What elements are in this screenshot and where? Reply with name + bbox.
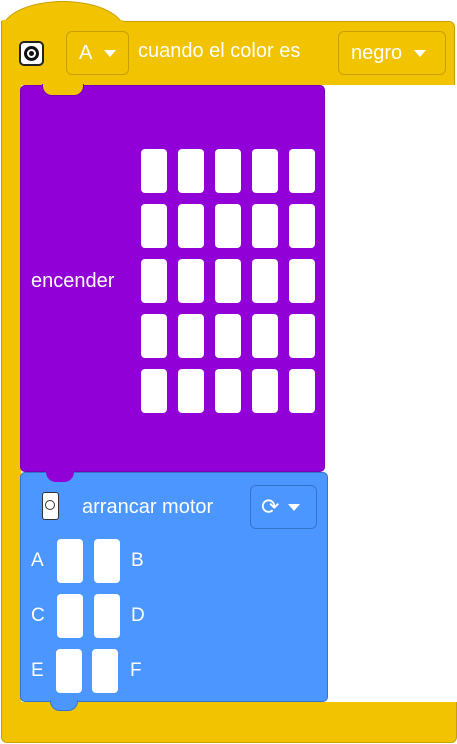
- led-pixel-2-1[interactable]: [178, 259, 204, 303]
- hat-block-arm[interactable]: [1, 84, 21, 704]
- led-pixel-1-4[interactable]: [289, 204, 315, 248]
- led-pixel-3-2[interactable]: [215, 314, 241, 358]
- led-pixel-1-0[interactable]: [141, 204, 167, 248]
- led-pixel-4-2[interactable]: [215, 369, 241, 413]
- rotate-clockwise-icon: ⟳: [261, 494, 280, 519]
- led-pixel-0-0[interactable]: [141, 149, 167, 193]
- led-pixel-0-4[interactable]: [289, 149, 315, 193]
- port-dropdown-value: A: [79, 41, 93, 64]
- port-toggle-c[interactable]: [57, 594, 83, 638]
- port-dropdown[interactable]: A: [66, 31, 129, 75]
- hat-block-label: cuando el color es: [138, 40, 301, 62]
- port-label-c: C: [31, 605, 45, 626]
- color-dropdown[interactable]: negro: [338, 31, 446, 75]
- port-label-d: D: [131, 605, 145, 626]
- motor-icon: [42, 492, 59, 520]
- led-pixel-0-2[interactable]: [215, 149, 241, 193]
- led-pixel-2-2[interactable]: [215, 259, 241, 303]
- led-pixel-3-3[interactable]: [252, 314, 278, 358]
- display-block-label: encender: [31, 270, 115, 292]
- led-pixel-1-2[interactable]: [215, 204, 241, 248]
- led-pixel-4-0[interactable]: [141, 369, 167, 413]
- led-pixel-0-3[interactable]: [252, 149, 278, 193]
- led-pixel-3-4[interactable]: [289, 314, 315, 358]
- port-toggle-e[interactable]: [56, 649, 82, 693]
- led-pixel-3-1[interactable]: [178, 314, 204, 358]
- chevron-down-icon: [288, 503, 301, 511]
- led-pixel-4-1[interactable]: [178, 369, 204, 413]
- port-label-f: F: [130, 660, 142, 681]
- port-toggle-a[interactable]: [57, 539, 83, 583]
- led-pixel-4-3[interactable]: [252, 369, 278, 413]
- led-pixel-0-1[interactable]: [178, 149, 204, 193]
- port-toggle-b[interactable]: [94, 539, 120, 583]
- led-pixel-1-1[interactable]: [178, 204, 204, 248]
- port-toggle-d[interactable]: [94, 594, 120, 638]
- motor-block-label: arrancar motor: [82, 496, 214, 518]
- led-pixel-3-0[interactable]: [141, 314, 167, 358]
- led-pixel-2-4[interactable]: [289, 259, 315, 303]
- color-sensor-icon: [19, 41, 44, 66]
- led-pixel-4-4[interactable]: [289, 369, 315, 413]
- port-label-e: E: [31, 660, 44, 681]
- chevron-down-icon: [414, 49, 427, 57]
- led-pixel-2-3[interactable]: [252, 259, 278, 303]
- color-dropdown-value: negro: [351, 41, 403, 64]
- direction-dropdown[interactable]: ⟳: [250, 485, 317, 529]
- port-label-a: A: [31, 550, 44, 571]
- led-pixel-2-0[interactable]: [141, 259, 167, 303]
- chevron-down-icon: [104, 49, 117, 57]
- port-toggle-f[interactable]: [92, 649, 118, 693]
- script-canvas: A cuando el color es negro encender arra…: [0, 0, 457, 744]
- display-block-notch: [42, 84, 84, 96]
- port-label-b: B: [131, 550, 144, 571]
- led-pixel-1-3[interactable]: [252, 204, 278, 248]
- led-matrix[interactable]: [141, 149, 315, 413]
